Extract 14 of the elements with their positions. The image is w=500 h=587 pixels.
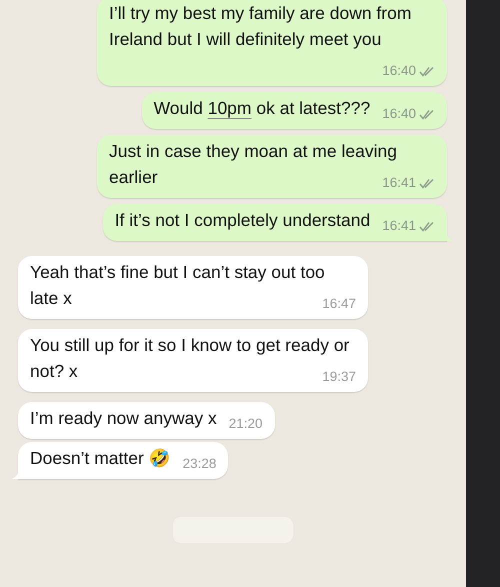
timestamp: 23:28 xyxy=(182,455,216,473)
received-message-bubble: I’m ready now anyway x 21:20 xyxy=(18,402,275,439)
timestamp: 16:41 xyxy=(382,174,416,192)
timestamp: 16:47 xyxy=(322,295,356,313)
sent-message-bubble: Would 10pm ok at latest??? 16:40 xyxy=(142,92,447,129)
timestamp: 16:40 xyxy=(382,62,416,80)
sent-message-bubble: I’ll try my best my family are down from Ireland but I will definitely meet you 16:40 xyxy=(97,0,447,86)
sent-message-bubble: Just in case they moan at me leaving earlier 16:41 xyxy=(97,135,447,198)
timestamp: 19:37 xyxy=(322,368,356,386)
received-message-bubble: You still up for it so I know to get ready or not? x 19:37 xyxy=(18,329,368,392)
timestamp: 16:40 xyxy=(382,105,416,123)
timestamp: 16:41 xyxy=(382,217,416,235)
received-message-bubble: Yeah that’s fine but I can’t stay out too late x 16:47 xyxy=(18,256,368,319)
timestamp: 21:20 xyxy=(228,415,263,433)
